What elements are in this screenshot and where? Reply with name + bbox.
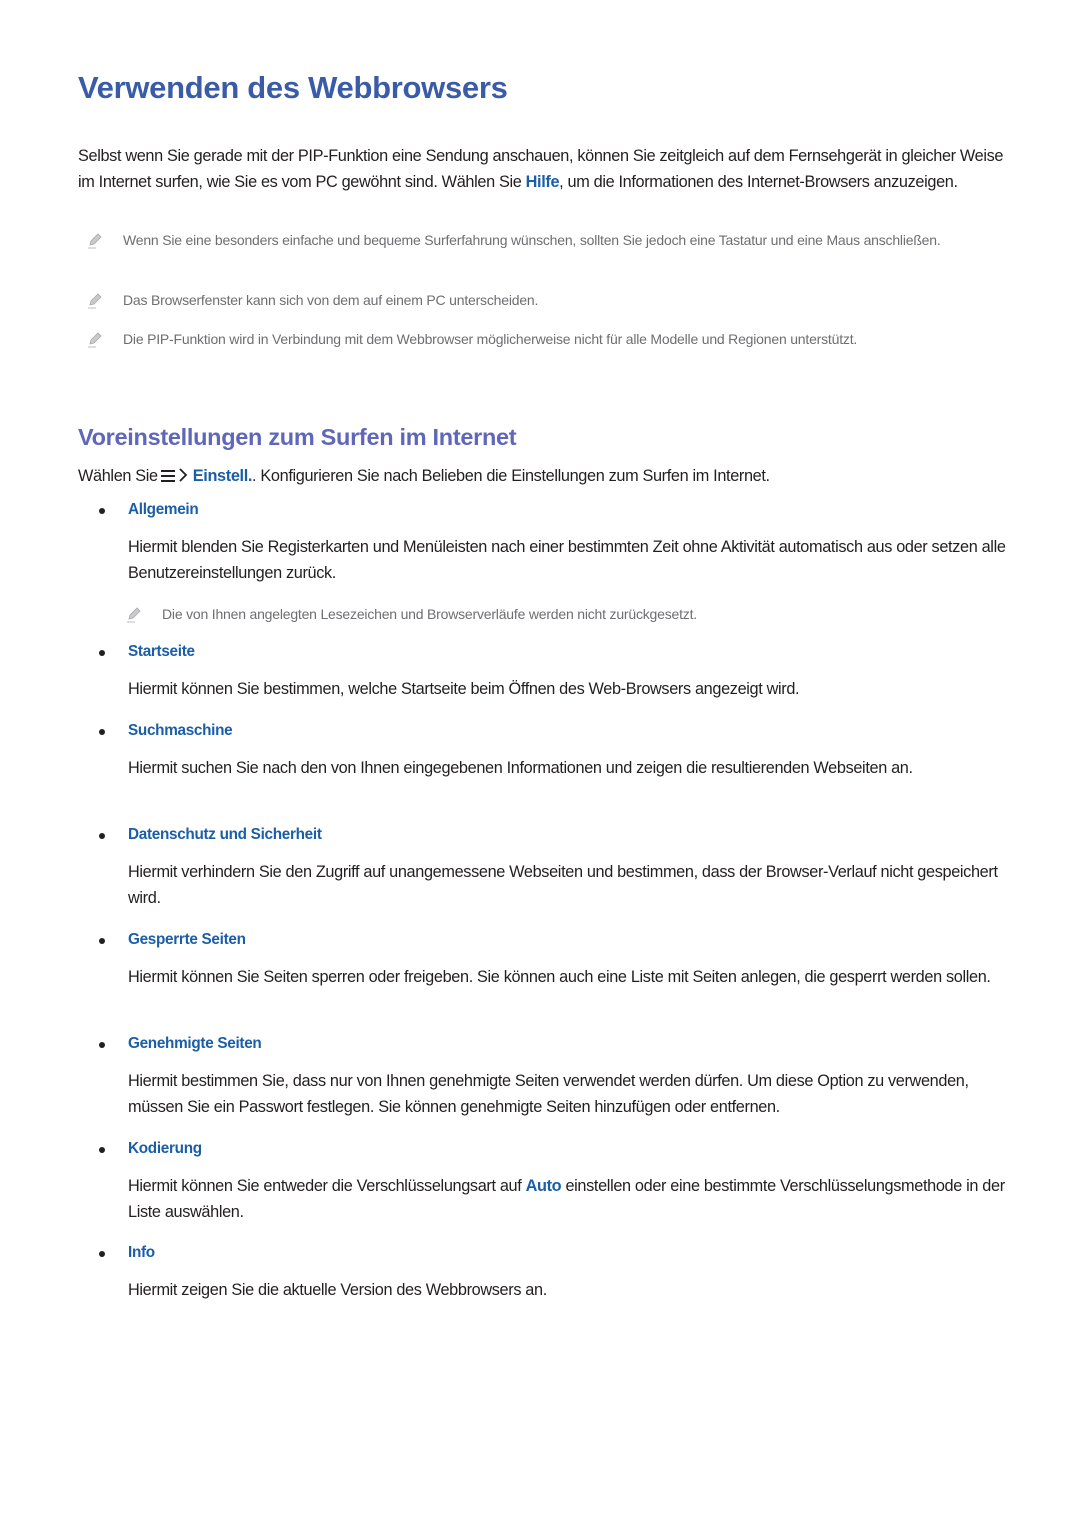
item-label: Allgemein bbox=[128, 501, 199, 518]
item-note: Die von Ihnen angelegten Lesezeichen und… bbox=[125, 603, 1005, 626]
item-label: Genehmigte Seiten bbox=[128, 1035, 262, 1052]
help-link[interactable]: Hilfe bbox=[526, 173, 560, 191]
item-description: Hiermit bestimmen Sie, dass nur von Ihne… bbox=[128, 1072, 969, 1116]
bullet-dot bbox=[99, 1251, 105, 1257]
bullet-dot bbox=[99, 938, 105, 944]
list-item-info: Info Hiermit zeigen Sie die aktuelle Ver… bbox=[78, 1242, 1018, 1299]
item-description: Hiermit können Sie entweder die Verschlü… bbox=[128, 1174, 1018, 1225]
note-2: Das Browserfenster kann sich von dem auf… bbox=[86, 289, 1016, 312]
desc-text-1: Hiermit können Sie entweder die Verschlü… bbox=[128, 1177, 526, 1195]
list-item-suchmaschine: Suchmaschine Hiermit suchen Sie nach den… bbox=[78, 720, 1018, 777]
intro-text-2: , um die Informationen des Internet-Brow… bbox=[559, 172, 958, 191]
bullet-dot bbox=[99, 833, 105, 839]
bullet-dot bbox=[99, 1042, 105, 1048]
section-title: Voreinstellungen zum Surfen im Internet bbox=[78, 424, 517, 450]
bullet-dot bbox=[99, 729, 105, 735]
note-text: Die von Ihnen angelegten Lesezeichen und… bbox=[162, 606, 697, 622]
item-description: Hiermit zeigen Sie die aktuelle Version … bbox=[128, 1281, 547, 1299]
pencil-icon bbox=[88, 332, 102, 348]
page-title: Verwenden des Webbrowsers bbox=[78, 70, 508, 105]
choose-prefix: Wählen Sie bbox=[78, 467, 158, 485]
menu-icon bbox=[160, 469, 177, 483]
auto-link[interactable]: Auto bbox=[526, 1177, 562, 1195]
list-item-startseite: Startseite Hiermit können Sie bestimmen,… bbox=[78, 641, 1018, 698]
note-text: Das Browserfenster kann sich von dem auf… bbox=[123, 292, 539, 308]
settings-link[interactable]: Einstell. bbox=[193, 467, 253, 485]
pencil-icon bbox=[88, 233, 102, 249]
item-label: Datenschutz und Sicherheit bbox=[128, 826, 322, 843]
item-description: Hiermit verhindern Sie den Zugriff auf u… bbox=[128, 863, 998, 907]
choose-suffix: . Konfigurieren Sie nach Belieben die Ei… bbox=[252, 467, 770, 485]
note-text: Die PIP-Funktion wird in Verbindung mit … bbox=[123, 331, 858, 347]
item-label: Startseite bbox=[128, 643, 195, 660]
bullet-dot bbox=[99, 650, 105, 656]
settings-path-paragraph: Wählen Sie Einstell.. Konfigurieren Sie n… bbox=[78, 464, 1018, 489]
bullet-dot bbox=[99, 508, 105, 514]
list-item-allgemein: Allgemein Hiermit blenden Sie Registerka… bbox=[78, 499, 1018, 623]
pencil-icon bbox=[88, 293, 102, 309]
note-text: Wenn Sie eine besonders einfache und beq… bbox=[123, 232, 941, 248]
list-item-kodierung: Kodierung Hiermit können Sie entweder di… bbox=[78, 1138, 1018, 1221]
item-description: Hiermit blenden Sie Registerkarten und M… bbox=[128, 538, 1006, 582]
intro-paragraph: Selbst wenn Sie gerade mit der PIP-Funkt… bbox=[78, 144, 1013, 195]
item-label: Info bbox=[128, 1244, 155, 1261]
list-item-genehmigte-seiten: Genehmigte Seiten Hiermit bestimmen Sie,… bbox=[78, 1033, 1018, 1116]
item-description: Hiermit können Sie bestimmen, welche Sta… bbox=[128, 680, 800, 698]
chevron-right-icon bbox=[179, 468, 188, 482]
item-label: Suchmaschine bbox=[128, 722, 233, 739]
bullet-dot bbox=[99, 1147, 105, 1153]
pencil-icon bbox=[127, 607, 141, 623]
item-description: Hiermit suchen Sie nach den von Ihnen ei… bbox=[128, 759, 913, 777]
note-3: Die PIP-Funktion wird in Verbindung mit … bbox=[86, 328, 1016, 351]
item-label: Gesperrte Seiten bbox=[128, 931, 246, 948]
item-description: Hiermit können Sie Seiten sperren oder f… bbox=[128, 968, 991, 986]
list-item-datenschutz: Datenschutz und Sicherheit Hiermit verhi… bbox=[78, 824, 1018, 907]
note-1: Wenn Sie eine besonders einfache und beq… bbox=[86, 229, 1016, 252]
item-label: Kodierung bbox=[128, 1140, 202, 1157]
list-item-gesperrte-seiten: Gesperrte Seiten Hiermit können Sie Seit… bbox=[78, 929, 1018, 986]
